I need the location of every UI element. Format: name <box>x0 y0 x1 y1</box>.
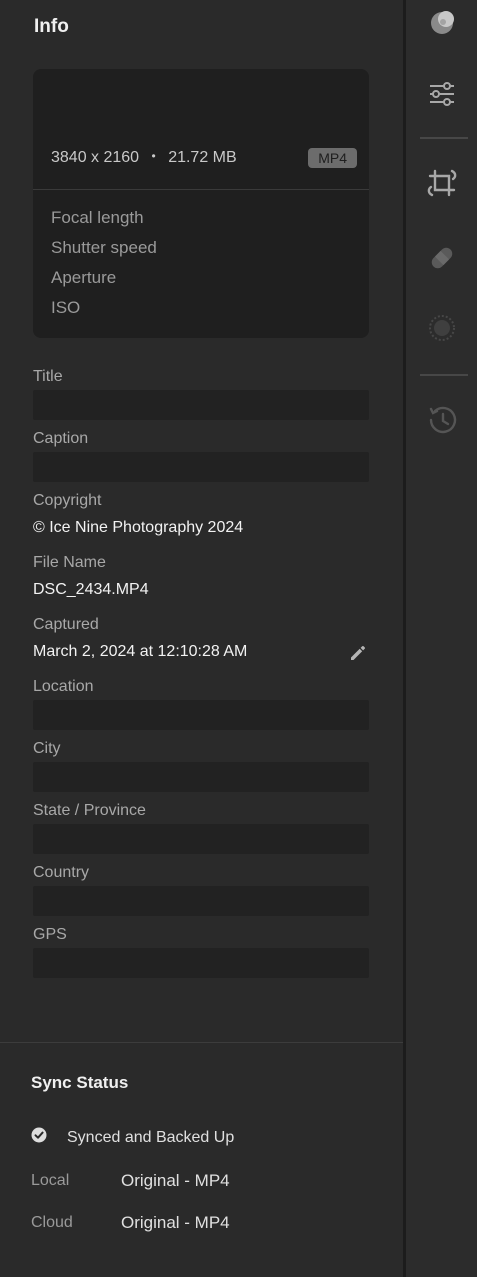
country-label: Country <box>33 864 90 881</box>
local-label: Local <box>31 1172 70 1189</box>
location-label: Location <box>33 678 94 695</box>
exif-iso: ISO <box>51 298 81 317</box>
format-badge: MP4 <box>308 148 357 168</box>
sync-status-text: Synced and Backed Up <box>67 1129 235 1146</box>
presets-icon[interactable] <box>422 3 462 43</box>
file-name-value[interactable]: DSC_2434.MP4 <box>33 581 149 599</box>
caption-label: Caption <box>33 430 89 447</box>
captured-value: March 2, 2024 at 12:10:28 AM <box>33 643 248 660</box>
info-heading: Info <box>34 16 69 37</box>
cloud-label: Cloud <box>31 1214 73 1231</box>
copyright-value[interactable]: © Ice Nine Photography 2024 <box>33 519 243 537</box>
file-name-label: File Name <box>33 554 106 571</box>
healing-icon[interactable] <box>422 238 462 278</box>
state-label: State / Province <box>33 802 146 819</box>
city-label: City <box>33 740 61 757</box>
exif-focal-length: Focal length <box>51 208 144 227</box>
cloud-value: Original - MP4 <box>121 1213 230 1232</box>
sync-status-heading: Sync Status <box>31 1073 129 1092</box>
card-divider <box>33 189 369 190</box>
info-panel: Info 3840 x 2160 • 21.72 MB MP4 Focal le… <box>0 0 403 1277</box>
city-field[interactable] <box>33 762 369 792</box>
title-field[interactable] <box>33 390 369 420</box>
exif-shutter-speed: Shutter speed <box>51 238 157 257</box>
file-size: 21.72 MB <box>168 149 237 166</box>
edit-pencil-icon[interactable] <box>348 643 368 663</box>
gps-field[interactable] <box>33 948 369 978</box>
crop-icon[interactable] <box>422 163 462 203</box>
captured-label: Captured <box>33 616 99 633</box>
tool-rail <box>403 0 477 1277</box>
synced-check-icon <box>31 1127 47 1143</box>
masking-icon[interactable] <box>422 308 462 348</box>
rail-separator <box>420 137 468 139</box>
exif-aperture: Aperture <box>51 268 117 287</box>
dimensions-size-text: 3840 x 2160 • 21.72 MB <box>51 149 237 167</box>
media-summary-card: 3840 x 2160 • 21.72 MB MP4 Focal length … <box>33 69 369 338</box>
section-divider <box>0 1042 403 1043</box>
title-label: Title <box>33 368 63 385</box>
caption-field[interactable] <box>33 452 369 482</box>
dimensions: 3840 x 2160 <box>51 149 140 166</box>
location-field[interactable] <box>33 700 369 730</box>
history-icon[interactable] <box>422 400 462 440</box>
copyright-label: Copyright <box>33 492 102 509</box>
local-value: Original - MP4 <box>121 1171 230 1190</box>
country-field[interactable] <box>33 886 369 916</box>
rail-separator <box>420 374 468 376</box>
gps-label: GPS <box>33 926 67 943</box>
state-field[interactable] <box>33 824 369 854</box>
edit-sliders-icon[interactable] <box>422 74 462 114</box>
separator-dot: • <box>151 149 156 163</box>
